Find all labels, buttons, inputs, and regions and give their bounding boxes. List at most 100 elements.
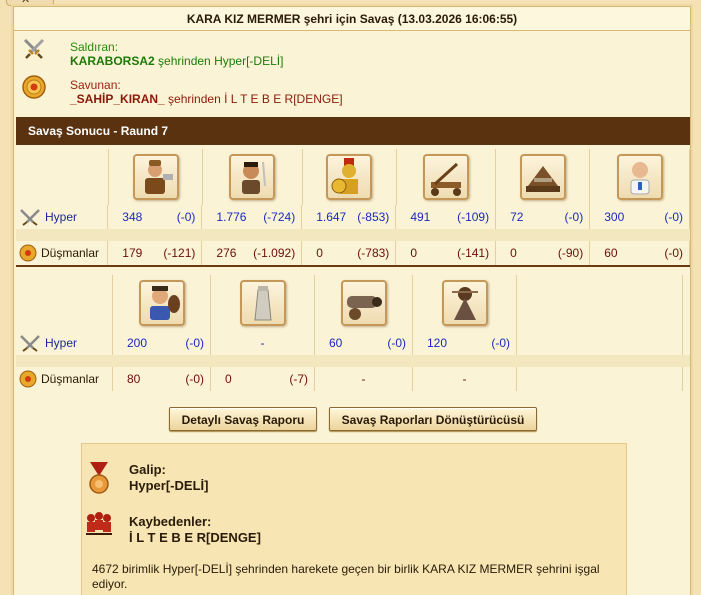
swordsman-unit-icon[interactable] xyxy=(132,154,179,200)
attacker-player[interactable]: Hyper[-DELİ] xyxy=(214,54,283,68)
enemy-label-cell: Düşmanlar xyxy=(16,367,113,391)
hyper-row-1: Hyper 348 (-0) 1.776 (-724) 1.647 (-853) 49… xyxy=(16,205,691,229)
unit-cell xyxy=(109,149,204,205)
value-cell: 179 (-121) xyxy=(108,241,203,265)
hyper-label-cell: Hyper xyxy=(16,331,113,355)
unit-grid-2: Hyper 200 (-0) - 60 (-0) 120 (-0) Düşmanlar… xyxy=(16,275,690,391)
shield-icon xyxy=(22,75,46,99)
value-cell: 1.776 (-724) xyxy=(202,205,303,229)
unit-count: 0 xyxy=(225,372,232,386)
unit-cell xyxy=(590,149,690,205)
unit-cell xyxy=(211,275,315,331)
value-cell: 60 (-0) xyxy=(590,241,691,265)
value-cell: 80 (-0) xyxy=(113,367,211,391)
wall-icon[interactable] xyxy=(239,280,286,326)
empty-cell xyxy=(517,367,683,391)
defender-section: Savunan: _SAHİP_KIRAN_ şehrinden İ L T E… xyxy=(14,69,690,107)
unit-cell xyxy=(315,275,413,331)
value-cell: - xyxy=(315,367,413,391)
attacker-city[interactable]: KARABORSA2 xyxy=(70,54,155,68)
enemy-row-1: Düşmanlar 179 (-121) 276 (-1.092) 0 (-783) … xyxy=(16,241,691,265)
detailed-report-button[interactable]: Detaylı Savaş Raporu xyxy=(168,407,318,431)
value-cell: 0 (-90) xyxy=(496,241,591,265)
unit-count: 0 xyxy=(410,246,417,260)
defender-city[interactable]: _SAHİP_KIRAN_ xyxy=(70,92,165,106)
enemy-row-2: Düşmanlar 80 (-0) 0 (-7) - - xyxy=(16,367,690,391)
unit-cell xyxy=(517,275,683,331)
unit-count: - xyxy=(260,336,265,350)
unit-grid-1: Hyper 348 (-0) 1.776 (-724) 1.647 (-853) 49… xyxy=(16,149,691,267)
report-converter-button[interactable]: Savaş Raporları Dönüştürücüsü xyxy=(328,407,538,431)
unit-count: 1.647 xyxy=(316,210,347,224)
mortar-unit-icon[interactable] xyxy=(441,280,488,326)
unit-cell xyxy=(396,149,497,205)
value-cell: 200 (-0) xyxy=(113,331,211,355)
ram-unit-icon[interactable] xyxy=(519,154,566,200)
unit-loss: (-0) xyxy=(564,210,584,224)
hoplite-unit-icon[interactable] xyxy=(326,154,373,200)
hyper-row-2: Hyper 200 (-0) - 60 (-0) 120 (-0) xyxy=(16,331,690,355)
shield-icon xyxy=(19,370,37,388)
shield-icon xyxy=(19,244,37,262)
unit-loss: (-0) xyxy=(491,336,510,350)
winner-name[interactable]: Hyper[-DELİ] xyxy=(129,478,208,493)
crossed-swords-icon xyxy=(20,209,40,226)
grid-divider xyxy=(16,265,690,267)
value-cell: 0 (-141) xyxy=(396,241,497,265)
unit-loss: (-90) xyxy=(557,246,584,260)
unit-loss: (-853) xyxy=(357,210,390,224)
unit-loss: (-7) xyxy=(289,372,308,386)
value-cell: 276 (-1.092) xyxy=(202,241,303,265)
slinger-unit-icon[interactable] xyxy=(229,154,276,200)
hyper-label[interactable]: Hyper xyxy=(45,210,77,224)
report-buttons: Detaylı Savaş Raporu Savaş Raporları Dön… xyxy=(14,407,692,431)
defender-middle: şehrinden xyxy=(164,92,225,106)
cook-unit-icon[interactable] xyxy=(138,280,185,326)
enemy-label-cell: Düşmanlar xyxy=(16,241,109,265)
unit-count: 60 xyxy=(329,336,343,350)
empty-label-cell xyxy=(16,275,113,331)
unit-image-row xyxy=(16,149,690,205)
defender-line: _SAHİP_KIRAN_ şehrinden İ L T E B E R[DE… xyxy=(70,92,343,106)
unit-count: 300 xyxy=(604,210,625,224)
enemy-label: Düşmanlar xyxy=(41,246,100,260)
crossed-swords-icon xyxy=(20,335,40,352)
cannon-unit-icon[interactable] xyxy=(340,280,387,326)
doctor-unit-icon[interactable] xyxy=(616,154,663,200)
unit-count: - xyxy=(462,372,467,386)
unit-cell xyxy=(203,149,303,205)
value-cell: 120 (-0) xyxy=(413,331,517,355)
unit-loss: (-0) xyxy=(664,210,684,224)
unit-loss: (-0) xyxy=(185,336,204,350)
unit-loss: (-0) xyxy=(664,246,684,260)
attacker-label: Saldıran: xyxy=(70,40,119,54)
unit-count: 491 xyxy=(410,210,431,224)
unit-count: 1.776 xyxy=(216,210,247,224)
row-gap xyxy=(16,229,690,241)
defeated-units-icon xyxy=(86,512,112,535)
value-cell: 72 (-0) xyxy=(496,205,591,229)
unit-loss: (-0) xyxy=(185,372,204,386)
defender-label: Savunan: xyxy=(70,78,121,92)
unit-count: 0 xyxy=(316,246,323,260)
attacker-section: Saldıran: KARABORSA2 şehrinden Hyper[-DE… xyxy=(14,31,690,69)
catapult-unit-icon[interactable] xyxy=(423,154,470,200)
unit-loss: (-783) xyxy=(357,246,390,260)
unit-count: 60 xyxy=(604,246,618,260)
battle-report-window: KARA KIZ MERMER şehri için Savaş (13.03.… xyxy=(13,6,691,595)
unit-count: 120 xyxy=(427,336,448,350)
winner-label: Galip: xyxy=(129,462,166,477)
unit-count: 348 xyxy=(122,210,143,224)
row-gap xyxy=(16,355,690,367)
value-cell: 0 (-7) xyxy=(211,367,315,391)
loser-name[interactable]: İ L T E B E R[DENGE] xyxy=(129,530,261,545)
unit-cell xyxy=(113,275,211,331)
defender-player[interactable]: İ L T E B E R[DENGE] xyxy=(224,92,342,106)
battle-summary: Galip: Hyper[-DELİ] Kaybedenler: İ L T E… xyxy=(81,443,627,595)
battle-summary-text: 4672 birimlik Hyper[-DELİ] şehrinden har… xyxy=(92,562,600,591)
unit-loss: (-0) xyxy=(387,336,406,350)
unit-loss: (-121) xyxy=(163,246,196,260)
unit-cell xyxy=(496,149,591,205)
hyper-label[interactable]: Hyper xyxy=(45,336,77,350)
unit-cell xyxy=(413,275,517,331)
